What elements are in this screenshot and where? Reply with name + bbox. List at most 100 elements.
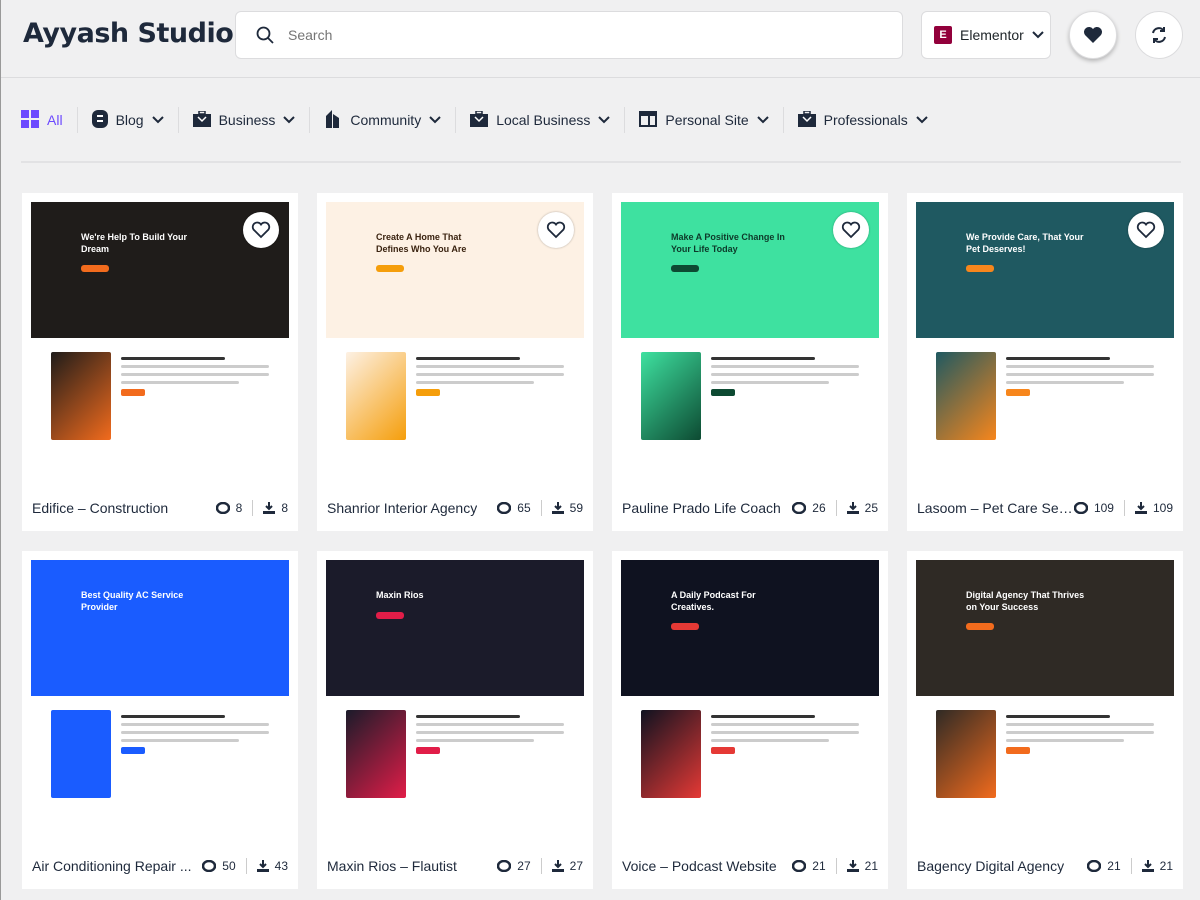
add-favorite-button[interactable] bbox=[833, 212, 869, 248]
template-card[interactable]: We Provide Care, That Your Pet Deserves!… bbox=[907, 193, 1183, 531]
download-icon bbox=[1134, 502, 1147, 514]
download-count: 109 bbox=[1152, 501, 1173, 515]
download-icon bbox=[1141, 860, 1154, 872]
preview-cta bbox=[376, 265, 404, 273]
download-count: 27 bbox=[569, 859, 583, 873]
divider bbox=[21, 161, 1181, 163]
heart-outline-icon bbox=[546, 221, 566, 239]
template-card[interactable]: Maxin Rios Maxin Rios – Flautist 27 27 bbox=[317, 551, 593, 889]
add-favorite-button[interactable] bbox=[1128, 212, 1164, 248]
view-count: 65 bbox=[517, 501, 531, 515]
add-favorite-button[interactable] bbox=[538, 212, 574, 248]
download-icon bbox=[846, 860, 859, 872]
heart-icon bbox=[1084, 27, 1102, 43]
elementor-icon: E bbox=[934, 26, 952, 44]
preview-section bbox=[621, 696, 879, 812]
preview-headline: Make A Positive Change In Your Life Toda… bbox=[671, 232, 785, 254]
preview-cta bbox=[376, 611, 404, 619]
template-preview[interactable]: Make A Positive Change In Your Life Toda… bbox=[621, 202, 879, 487]
preview-image bbox=[51, 710, 111, 798]
chevron-down-icon bbox=[283, 116, 296, 124]
download-count: 25 bbox=[864, 501, 878, 515]
template-card[interactable]: We're Help To Build Your Dream Edifice –… bbox=[22, 193, 298, 531]
preview-section bbox=[31, 696, 289, 812]
preview-headline: Best Quality AC Service Provider bbox=[81, 590, 184, 612]
template-preview[interactable]: A Daily Podcast For Creatives. bbox=[621, 560, 879, 845]
heart-outline-icon bbox=[1136, 221, 1156, 239]
preview-image bbox=[641, 710, 701, 798]
builder-select[interactable]: E Elementor bbox=[921, 11, 1051, 59]
template-title[interactable]: Pauline Prado Life Coach bbox=[622, 500, 781, 516]
template-card[interactable]: Best Quality AC Service Provider Air Con… bbox=[22, 551, 298, 889]
template-title[interactable]: Bagency Digital Agency bbox=[917, 858, 1064, 874]
category-professionals[interactable]: Professionals bbox=[782, 107, 942, 133]
preview-image bbox=[346, 710, 406, 798]
template-title[interactable]: Air Conditioning Repair ... bbox=[32, 858, 192, 874]
view-count: 109 bbox=[1093, 501, 1114, 515]
heart-outline-icon bbox=[251, 221, 271, 239]
download-icon bbox=[551, 502, 564, 514]
search-box[interactable] bbox=[235, 11, 903, 59]
download-count: 43 bbox=[274, 859, 288, 873]
preview-section bbox=[31, 338, 289, 454]
template-preview[interactable]: We Provide Care, That Your Pet Deserves! bbox=[916, 202, 1174, 487]
category-community[interactable]: Community bbox=[309, 107, 455, 133]
preview-hero: A Daily Podcast For Creatives. bbox=[621, 560, 879, 696]
template-card[interactable]: A Daily Podcast For Creatives. Voice – P… bbox=[612, 551, 888, 889]
template-preview[interactable]: Create A Home That Defines Who You Are bbox=[326, 202, 584, 487]
template-title[interactable]: Maxin Rios – Flautist bbox=[327, 858, 457, 874]
category-label: Local Business bbox=[496, 112, 591, 128]
add-favorite-button[interactable] bbox=[243, 212, 279, 248]
preview-headline: Maxin Rios bbox=[376, 590, 424, 600]
eye-icon bbox=[792, 860, 807, 872]
sync-button[interactable] bbox=[1135, 11, 1183, 59]
preview-image bbox=[346, 352, 406, 440]
preview-hero: Best Quality AC Service Provider bbox=[31, 560, 289, 696]
chevron-down-icon bbox=[915, 116, 928, 124]
view-count: 21 bbox=[812, 859, 826, 873]
favorites-button[interactable] bbox=[1069, 11, 1117, 59]
category-all[interactable]: All bbox=[21, 107, 77, 133]
chevron-down-icon bbox=[151, 116, 164, 124]
preview-image bbox=[936, 352, 996, 440]
chevron-down-icon bbox=[598, 116, 611, 124]
template-card[interactable]: Digital Agency That Thrives on Your Succ… bbox=[907, 551, 1183, 889]
download-count: 21 bbox=[864, 859, 878, 873]
template-title[interactable]: Voice – Podcast Website bbox=[622, 858, 777, 874]
preview-cta bbox=[671, 623, 699, 631]
download-icon bbox=[846, 502, 859, 514]
template-card[interactable]: Make A Positive Change In Your Life Toda… bbox=[612, 193, 888, 531]
briefcase-icon bbox=[470, 109, 489, 130]
eye-icon bbox=[497, 502, 512, 514]
search-input[interactable] bbox=[288, 27, 868, 43]
preview-headline: Create A Home That Defines Who You Are bbox=[376, 232, 467, 254]
category-blog[interactable]: Blog bbox=[76, 107, 178, 133]
chevron-down-icon bbox=[756, 116, 769, 124]
category-label: Blog bbox=[115, 112, 144, 128]
preview-cta bbox=[81, 265, 109, 273]
eye-icon bbox=[1073, 502, 1088, 514]
eye-icon bbox=[792, 502, 807, 514]
eye-icon bbox=[1087, 860, 1102, 872]
template-title[interactable]: Shanrior Interior Agency bbox=[327, 500, 477, 516]
chevron-down-icon bbox=[429, 116, 441, 124]
template-title[interactable]: Edifice – Construction bbox=[32, 500, 168, 516]
category-personal-site[interactable]: Personal Site bbox=[624, 107, 782, 133]
preview-headline: We're Help To Build Your Dream bbox=[81, 232, 187, 254]
preview-hero: Maxin Rios bbox=[326, 560, 584, 696]
preview-section bbox=[326, 696, 584, 812]
template-preview[interactable]: We're Help To Build Your Dream bbox=[31, 202, 289, 487]
search-icon bbox=[256, 26, 274, 44]
category-business[interactable]: Business bbox=[177, 107, 310, 133]
template-title[interactable]: Lasoom – Pet Care Ser... bbox=[917, 500, 1074, 516]
template-card[interactable]: Create A Home That Defines Who You Are S… bbox=[317, 193, 593, 531]
template-preview[interactable]: Best Quality AC Service Provider bbox=[31, 560, 289, 845]
preview-headline: We Provide Care, That Your Pet Deserves! bbox=[966, 232, 1084, 254]
template-preview[interactable]: Digital Agency That Thrives on Your Succ… bbox=[916, 560, 1174, 845]
eye-icon bbox=[215, 502, 230, 514]
download-count: 21 bbox=[1159, 859, 1173, 873]
category-local-business[interactable]: Local Business bbox=[455, 107, 624, 133]
template-preview[interactable]: Maxin Rios bbox=[326, 560, 584, 845]
preview-headline: Digital Agency That Thrives on Your Succ… bbox=[966, 590, 1085, 612]
preview-section bbox=[916, 696, 1174, 812]
